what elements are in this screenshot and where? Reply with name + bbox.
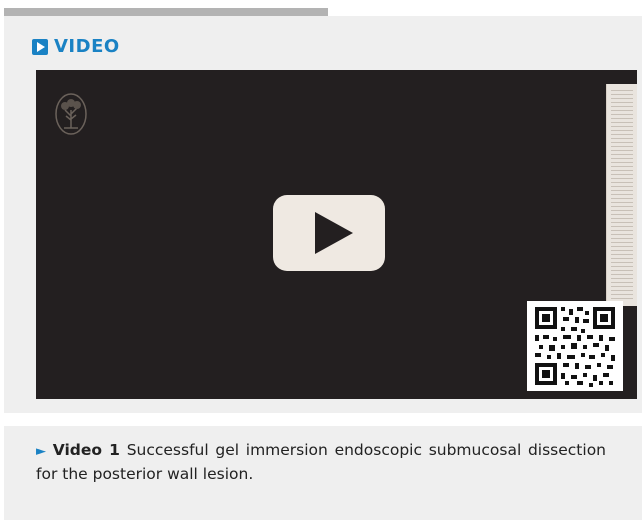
video-heading-label: VIDEO: [54, 36, 120, 57]
top-divider: [4, 8, 328, 16]
caption-marker: ►: [36, 444, 46, 459]
tree-logo-icon: [55, 93, 87, 135]
side-text-strip: [606, 84, 637, 306]
video-caption: ► Video 1 Successful gel immersion endos…: [36, 439, 606, 486]
video-heading: VIDEO: [32, 36, 120, 57]
side-fine-print: [611, 90, 633, 300]
video-player[interactable]: [36, 70, 637, 399]
caption-text: Successful gel immersion endoscopic subm…: [36, 441, 606, 483]
video-play-icon: [32, 38, 48, 55]
caption-label: Video 1: [52, 441, 120, 459]
qr-code-icon[interactable]: [527, 301, 623, 391]
play-button[interactable]: [273, 195, 385, 271]
